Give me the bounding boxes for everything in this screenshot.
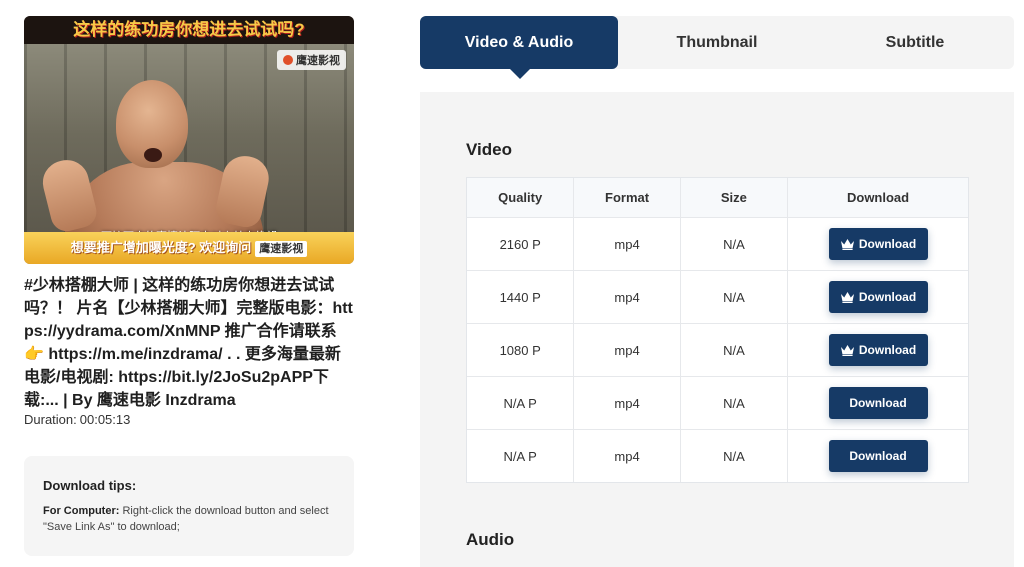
tab-video-audio[interactable]: Video & Audio bbox=[420, 16, 618, 79]
table-row: 2160 Pmp4 N/A Download bbox=[467, 218, 968, 271]
format-cell: mp4 bbox=[574, 271, 681, 323]
size-cell: N/A bbox=[681, 430, 789, 482]
header-quality: Quality bbox=[467, 178, 575, 217]
video-duration: Duration: 00:05:13 bbox=[24, 412, 130, 427]
video-section-title: Video bbox=[466, 140, 512, 159]
download-cell: Download bbox=[788, 430, 968, 482]
tips-body: For Computer: Right-click the download b… bbox=[43, 503, 335, 535]
download-cell: Download bbox=[788, 271, 968, 323]
quality-cell: N/A P bbox=[467, 430, 575, 482]
download-cell: Download bbox=[788, 377, 968, 429]
crown-icon bbox=[840, 344, 859, 356]
format-cell: mp4 bbox=[574, 324, 681, 376]
download-button-label: Download bbox=[858, 343, 917, 357]
size-cell: N/A bbox=[681, 324, 789, 376]
download-button[interactable]: Download bbox=[828, 228, 928, 260]
download-cell: Download bbox=[788, 218, 968, 270]
download-button[interactable]: Download bbox=[828, 281, 928, 313]
table-body: 2160 Pmp4 N/A Download 1440 Pmp4 N/A Download… bbox=[467, 218, 968, 482]
video-thumbnail: 这样的练功房你想进去试试吗? 鹰速影视 可接下来的事情让阿杰对少林寺绝望 想要推… bbox=[24, 16, 354, 264]
download-button-label: Download bbox=[849, 396, 907, 410]
download-cell: Download bbox=[788, 324, 968, 376]
audio-section-title: Audio bbox=[466, 530, 515, 549]
duration-label: Duration: bbox=[24, 412, 77, 427]
download-button[interactable]: Download bbox=[828, 387, 928, 419]
thumbnail-bottom-logo: 鹰速影视 bbox=[255, 241, 308, 257]
table-row: 1440 Pmp4 N/A Download bbox=[467, 271, 968, 324]
tab-subtitle[interactable]: Subtitle bbox=[816, 16, 1014, 69]
tab-bar: Video & Audio Thumbnail Subtitle bbox=[420, 16, 1014, 79]
video-title: #少林搭棚大师 | 这样的练功房你想进去试试吗？！ 片名【少林搭棚大师】完整版电… bbox=[24, 277, 353, 409]
video-download-table: Quality Format Size Download 2160 Pmp4 N/… bbox=[466, 177, 969, 483]
duration-value: 00:05:13 bbox=[79, 412, 131, 427]
header-size: Size bbox=[681, 178, 789, 217]
quality-cell: N/A P bbox=[467, 377, 575, 429]
download-button[interactable]: Download bbox=[828, 334, 928, 366]
logo-mark-icon bbox=[283, 55, 293, 65]
size-cell: N/A bbox=[681, 377, 789, 429]
tips-computer-label: For Computer: bbox=[43, 505, 120, 517]
video-audio-panel: Video Quality Format Size Download 2160 … bbox=[420, 92, 1014, 567]
quality-cell: 1080 P bbox=[467, 324, 575, 376]
tips-title: Download tips: bbox=[43, 478, 137, 493]
crown-icon bbox=[840, 291, 859, 303]
download-button-label: Download bbox=[858, 237, 917, 251]
quality-cell: 1440 P bbox=[467, 271, 575, 323]
download-button-label: Download bbox=[849, 449, 907, 463]
tab-thumbnail[interactable]: Thumbnail bbox=[618, 16, 816, 69]
quality-cell: 2160 P bbox=[467, 218, 575, 270]
thumbnail-scene bbox=[24, 44, 354, 252]
figure-left-hand bbox=[38, 155, 100, 235]
thumbnail-logo: 鹰速影视 bbox=[277, 50, 346, 70]
table-row: N/A Pmp4 N/A Download bbox=[467, 377, 968, 430]
header-download: Download bbox=[846, 190, 910, 205]
size-cell: N/A bbox=[681, 271, 789, 323]
crown-icon bbox=[840, 238, 859, 250]
table-row: N/A Pmp4 N/A Download bbox=[467, 430, 968, 482]
format-cell: mp4 bbox=[574, 218, 681, 270]
download-button-label: Download bbox=[858, 290, 917, 304]
figure-right-hand bbox=[213, 151, 273, 231]
table-row: 1080 Pmp4 N/A Download bbox=[467, 324, 968, 377]
table-header-row: Quality Format Size Download bbox=[467, 178, 968, 218]
size-cell: N/A bbox=[681, 218, 789, 270]
figure-mouth bbox=[144, 148, 162, 162]
download-tips-box: Download tips: For Computer: Right-click… bbox=[24, 456, 354, 556]
header-format: Format bbox=[574, 178, 681, 217]
download-button[interactable]: Download bbox=[828, 440, 928, 472]
format-cell: mp4 bbox=[574, 377, 681, 429]
format-cell: mp4 bbox=[574, 430, 681, 482]
thumbnail-bottom-banner: 想要推广增加曝光度? 欢迎询问 鹰速影视 bbox=[24, 232, 354, 264]
thumbnail-top-caption: 这样的练功房你想进去试试吗? bbox=[24, 16, 354, 44]
